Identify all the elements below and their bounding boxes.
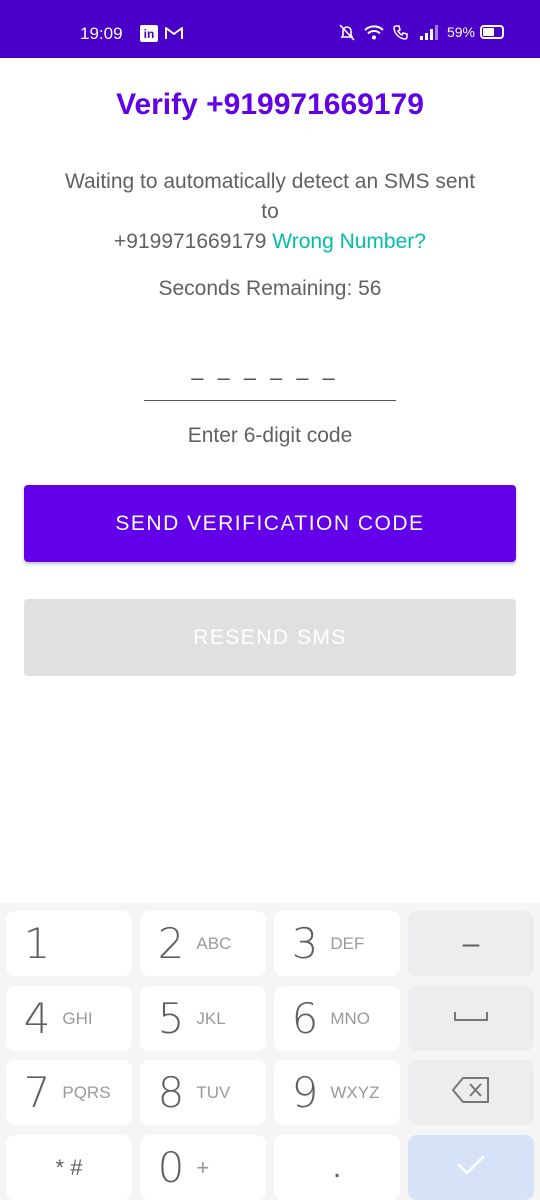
battery-percent: 59%: [446, 24, 475, 40]
countdown-text: Seconds Remaining: 56: [158, 277, 382, 300]
backspace-icon: [451, 1076, 491, 1109]
sms-wait-message: Waiting to automatically detect an SMS s…: [40, 167, 500, 257]
checkmark-icon: [456, 1154, 486, 1181]
key-digit: 9: [291, 1068, 319, 1117]
key-1[interactable]: 1: [6, 911, 132, 976]
key-digit: 3: [291, 919, 319, 968]
battery-indicator: 59%: [447, 24, 504, 40]
key-letters: MNO: [330, 1008, 371, 1028]
key-digit: 0: [157, 1143, 185, 1192]
key-minus[interactable]: –: [408, 911, 534, 976]
key-digit: 8: [157, 1068, 185, 1117]
key-digit: 1: [23, 919, 51, 968]
numeric-keypad: 1 2 ABC 3 DEF – 4 GHI 5 JKL 6 MNO 7 PQRS…: [0, 903, 540, 1200]
linkedin-icon: in: [140, 25, 158, 42]
space-icon: [453, 1009, 489, 1028]
key-letters: WXYZ: [330, 1082, 380, 1102]
key-2[interactable]: 2 ABC: [140, 911, 266, 976]
svg-text:in: in: [144, 27, 155, 41]
key-backspace[interactable]: [408, 1060, 534, 1125]
key-0[interactable]: 0 +: [140, 1135, 266, 1200]
key-letters: JKL: [196, 1008, 226, 1028]
battery-fill: [483, 28, 494, 36]
key-digit: 2: [157, 919, 185, 968]
status-bar: 19:09 in 59%: [0, 0, 540, 58]
wrong-number-link[interactable]: Wrong Number?: [272, 230, 426, 253]
wait-text-line3: +919971669179 Wrong Number?: [40, 227, 500, 257]
key-digit: 4: [23, 994, 51, 1043]
send-verification-code-button[interactable]: SEND VERIFICATION CODE: [24, 485, 516, 562]
key-digit: 5: [157, 994, 185, 1043]
wait-text-line2: to: [261, 200, 279, 223]
key-letters: +: [196, 1154, 210, 1180]
page-title: Verify +919971669179: [116, 88, 424, 121]
verification-code-input[interactable]: [144, 355, 396, 401]
wifi-call-icon: [393, 24, 411, 40]
key-done[interactable]: [408, 1135, 534, 1200]
key-4[interactable]: 4 GHI: [6, 986, 132, 1051]
battery-icon: [480, 25, 504, 39]
key-letters: TUV: [196, 1082, 231, 1102]
status-time: 19:09: [80, 24, 123, 43]
key-5[interactable]: 5 JKL: [140, 986, 266, 1051]
key-dot[interactable]: .: [274, 1135, 400, 1200]
key-letters: GHI: [62, 1008, 93, 1028]
signal-icon: [419, 24, 438, 40]
key-letters: ABC: [196, 933, 232, 953]
key-star-hash[interactable]: * #: [6, 1135, 132, 1200]
key-8[interactable]: 8 TUV: [140, 1060, 266, 1125]
resend-sms-button[interactable]: RESEND SMS: [24, 599, 516, 676]
key-letters: DEF: [330, 933, 365, 953]
key-space[interactable]: [408, 986, 534, 1051]
status-indicators: 59%: [339, 23, 504, 41]
key-digit: 6: [291, 994, 319, 1043]
phone-number: +919971669179: [114, 230, 267, 253]
wifi-icon: [364, 24, 384, 40]
mute-icon: [339, 23, 355, 41]
key-9[interactable]: 9 WXYZ: [274, 1060, 400, 1125]
key-7[interactable]: 7 PQRS: [6, 1060, 132, 1125]
key-6[interactable]: 6 MNO: [274, 986, 400, 1051]
gmail-icon: [164, 25, 184, 42]
key-3[interactable]: 3 DEF: [274, 911, 400, 976]
code-hint: Enter 6-digit code: [187, 424, 353, 447]
key-digit: 7: [23, 1068, 51, 1117]
key-letters: PQRS: [62, 1082, 111, 1102]
wait-text-line1: Waiting to automatically detect an SMS s…: [64, 170, 476, 193]
